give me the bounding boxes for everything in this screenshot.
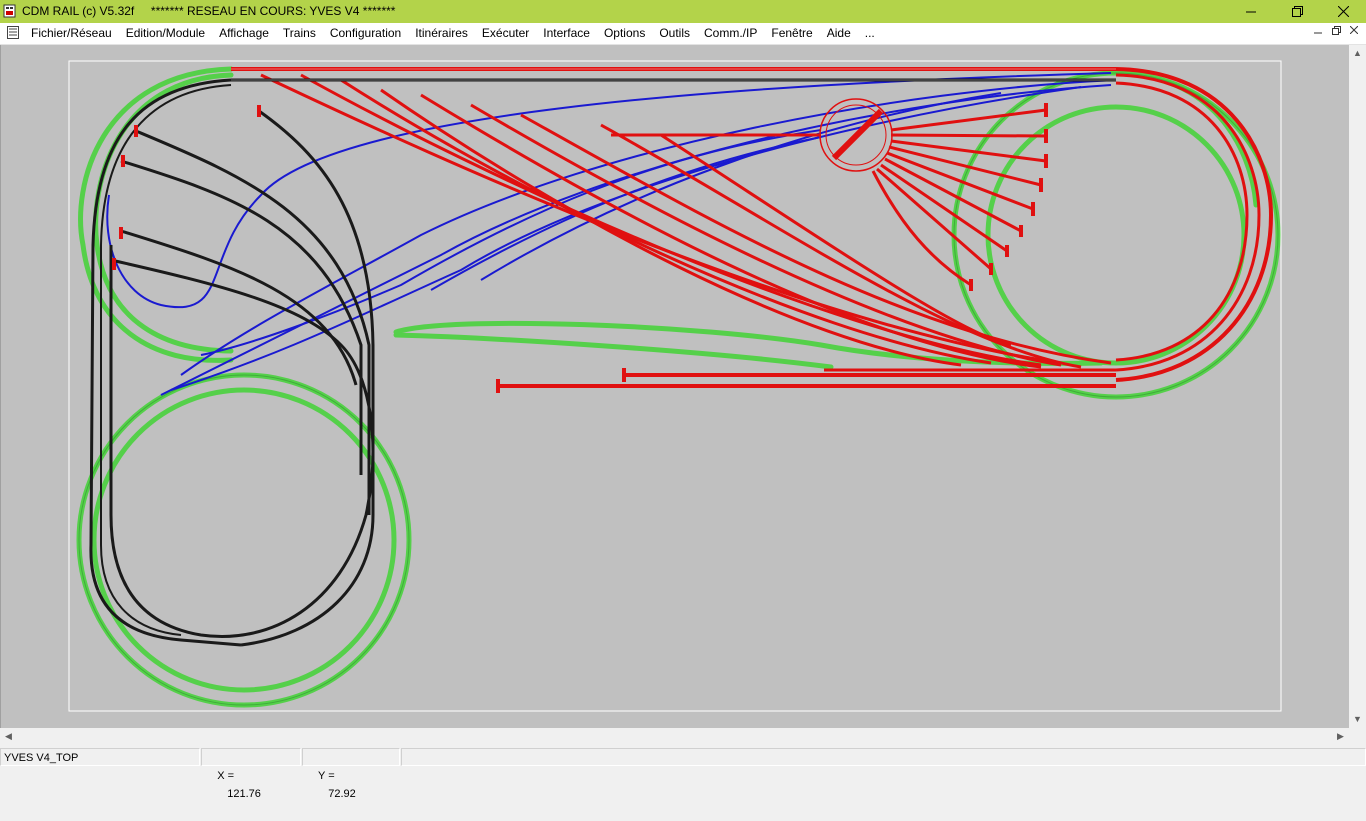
minimize-button[interactable] <box>1228 0 1274 23</box>
layout-canvas[interactable] <box>0 45 1350 728</box>
scroll-corner <box>1349 728 1366 745</box>
menu-outils[interactable]: Outils <box>652 26 697 40</box>
horizontal-scrollbar[interactable]: ◀ ▶ <box>0 728 1349 745</box>
vertical-scrollbar[interactable]: ▲ ▼ <box>1349 45 1366 728</box>
menu-more[interactable]: ... <box>858 26 882 40</box>
mdi-minimize-button[interactable] <box>1309 26 1327 40</box>
status-blank <box>401 748 1366 766</box>
close-button[interactable] <box>1320 0 1366 23</box>
menu-fenetre[interactable]: Fenêtre <box>764 26 819 40</box>
scroll-up-icon[interactable]: ▲ <box>1349 45 1366 62</box>
menu-comm-ip[interactable]: Comm./IP <box>697 26 764 40</box>
status-y: Y = 72.92 <box>302 748 400 800</box>
restore-icon <box>1291 6 1303 17</box>
x-value: 121.76 <box>227 788 261 800</box>
minimize-icon <box>1246 11 1256 12</box>
document-icon[interactable] <box>7 26 19 39</box>
restore-button[interactable] <box>1274 0 1320 23</box>
title-bar: CDM RAIL (c) V5.32f ******* RESEAU EN CO… <box>0 0 1366 23</box>
status-x: X = 121.76 <box>201 748 301 800</box>
close-icon <box>1349 25 1359 35</box>
menu-trains[interactable]: Trains <box>276 26 323 40</box>
status-module: YVES V4_TOP <box>0 748 200 766</box>
close-icon <box>1337 6 1349 17</box>
x-label: X = <box>217 770 235 782</box>
track-layout[interactable] <box>1 45 1350 728</box>
mdi-restore-button[interactable] <box>1327 26 1345 40</box>
scroll-right-icon[interactable]: ▶ <box>1332 728 1349 745</box>
menu-configuration[interactable]: Configuration <box>323 26 408 40</box>
menu-affichage[interactable]: Affichage <box>212 26 276 40</box>
scroll-left-icon[interactable]: ◀ <box>0 728 17 745</box>
menu-fichier[interactable]: Fichier/Réseau <box>24 26 119 40</box>
status-bar: YVES V4_TOP X = 121.76 Y = 72.92 <box>0 745 1366 800</box>
menu-edition[interactable]: Edition/Module <box>119 26 212 40</box>
minimize-icon <box>1314 32 1322 34</box>
menu-bar: Fichier/Réseau Edition/Module Affichage … <box>0 23 1366 45</box>
mdi-close-button[interactable] <box>1345 25 1363 40</box>
menu-options[interactable]: Options <box>597 26 652 40</box>
menu-itineraires[interactable]: Itinéraires <box>408 26 475 40</box>
menu-interface[interactable]: Interface <box>536 26 597 40</box>
y-label: Y = <box>318 770 335 782</box>
menu-aide[interactable]: Aide <box>820 26 858 40</box>
red-tracks[interactable] <box>231 67 1274 393</box>
restore-icon <box>1331 26 1341 35</box>
menu-executer[interactable]: Exécuter <box>475 26 536 40</box>
menu-items: Fichier/Réseau Edition/Module Affichage … <box>24 26 882 40</box>
y-value: 72.92 <box>328 788 356 800</box>
scroll-down-icon[interactable]: ▼ <box>1349 711 1366 728</box>
app-icon[interactable] <box>3 4 16 18</box>
window-title: CDM RAIL (c) V5.32f ******* RESEAU EN CO… <box>22 4 396 18</box>
